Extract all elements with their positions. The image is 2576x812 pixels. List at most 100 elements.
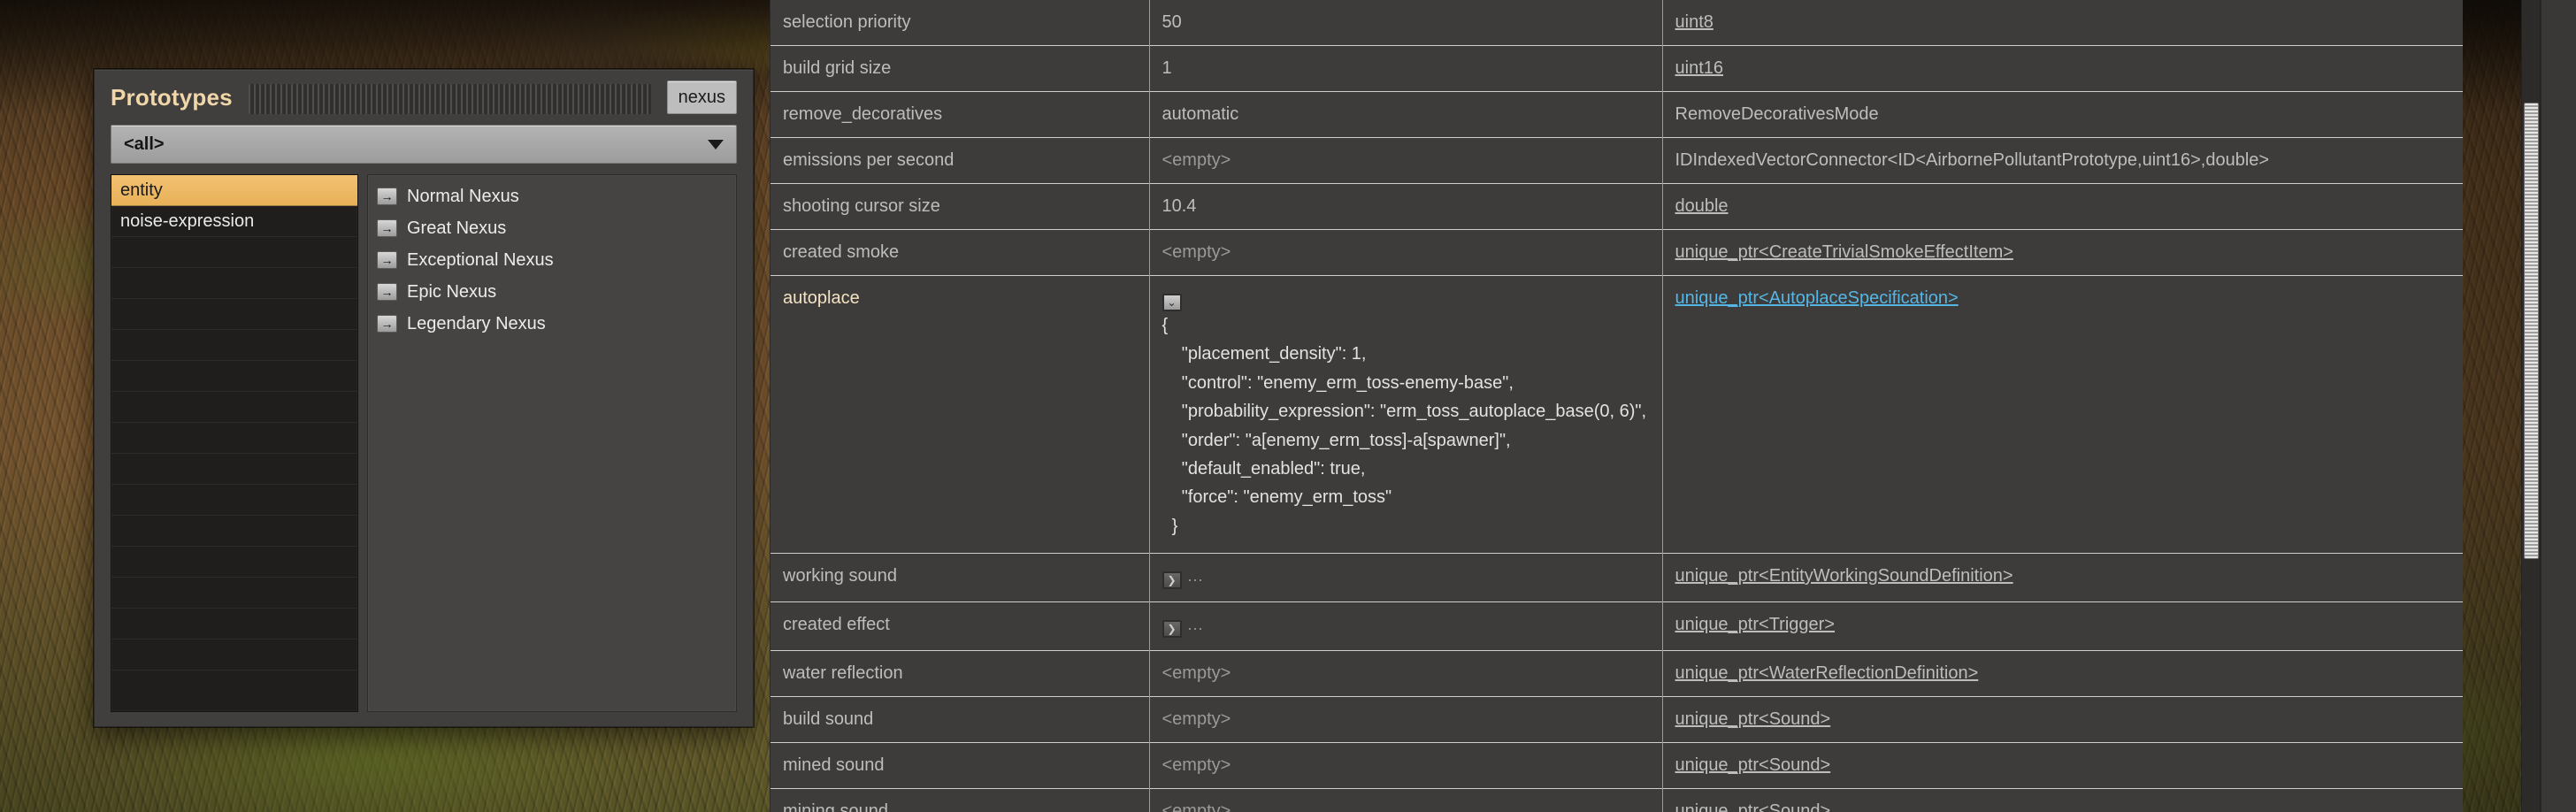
property-row[interactable]: emissions per second<empty>IDIndexedVect… (770, 138, 2463, 184)
property-type: unique_ptr<EntityWorkingSoundDefinition> (1662, 554, 2463, 602)
property-type: uint16 (1662, 46, 2463, 92)
property-name: build sound (770, 697, 1149, 743)
chevron-right-icon[interactable]: ❯ (1162, 620, 1182, 638)
property-name: remove_decoratives (770, 92, 1149, 138)
property-value: ❯... (1149, 602, 1662, 651)
property-row[interactable]: shooting cursor size 10.4 double (770, 184, 2463, 230)
entity-list-item-label: Great Nexus (407, 218, 506, 239)
entity-list-item-label: Legendary Nexus (407, 314, 546, 334)
property-name: created effect (770, 602, 1149, 651)
property-type-link[interactable]: unique_ptr<AutoplaceSpecification> (1675, 288, 1959, 308)
property-value-text: 10.4 (1162, 196, 1197, 216)
property-json-value: { "placement_density": 1, "control": "en… (1162, 311, 1647, 540)
prototypes-window: Prototypes nexus <all> entitynoise-expre… (94, 69, 754, 727)
property-row[interactable]: water reflection <empty> unique_ptr<WaterR… (770, 651, 2463, 697)
property-row[interactable]: working sound❯... unique_ptr<EntityWorkin… (770, 554, 2463, 602)
category-list-empty-row (111, 330, 357, 361)
property-value-text: 1 (1162, 58, 1172, 78)
chevron-down-icon (708, 140, 724, 149)
property-value-text: <empty> (1162, 150, 1231, 170)
category-list-empty-row (111, 640, 357, 670)
property-value: <empty> (1149, 138, 1662, 184)
property-type: double (1662, 184, 2463, 230)
property-type: unique_ptr<WaterReflectionDefinition> (1662, 651, 2463, 697)
property-type: uint8 (1662, 0, 2463, 46)
entity-list-item[interactable]: → Great Nexus (368, 212, 736, 244)
chevron-right-icon[interactable]: ❯ (1162, 571, 1182, 589)
window-titlebar[interactable]: Prototypes nexus (111, 70, 737, 125)
arrow-right-icon: → (377, 219, 397, 237)
entity-list-item[interactable]: → Normal Nexus (368, 180, 736, 212)
property-value-text: <empty> (1162, 755, 1231, 775)
property-type-link[interactable]: unique_ptr<CreateTrivialSmokeEffectItem> (1675, 242, 2013, 262)
entity-list[interactable]: → Normal Nexus → Great Nexus →Exceptional Ne… (367, 174, 737, 712)
property-name: autoplace (770, 276, 1149, 554)
category-list-empty-row (111, 516, 357, 547)
category-list-item[interactable]: noise-expression (111, 206, 357, 237)
window-drag-handle[interactable] (249, 84, 651, 114)
property-value: ❯... (1149, 554, 1662, 602)
category-list-empty-row (111, 268, 357, 299)
property-type-link[interactable]: unique_ptr<Sound> (1675, 709, 1831, 729)
arrow-right-icon: → (377, 283, 397, 301)
entity-list-item[interactable]: →Legendary Nexus (368, 308, 736, 340)
property-row[interactable]: build sound <empty> unique_ptr<Sound> (770, 697, 2463, 743)
property-type-text: RemoveDecorativesMode (1675, 104, 1879, 124)
property-type-link[interactable]: unique_ptr<WaterReflectionDefinition> (1675, 663, 1979, 683)
property-value-text: <empty> (1162, 242, 1231, 262)
property-row[interactable]: created smoke<empty>unique_ptr<CreateTri… (770, 230, 2463, 276)
property-row[interactable]: remove_decoratives automatic RemoveDecorat… (770, 92, 2463, 138)
category-list-item[interactable]: entity (111, 175, 357, 206)
property-type-link[interactable]: unique_ptr<Trigger> (1675, 615, 1836, 634)
property-type: unique_ptr<Sound> (1662, 697, 2463, 743)
entity-list-item-label: Normal Nexus (407, 187, 519, 207)
category-list-empty-row (111, 361, 357, 392)
property-type: RemoveDecorativesMode (1662, 92, 2463, 138)
category-list-empty-row (111, 423, 357, 454)
property-name: shooting cursor size (770, 184, 1149, 230)
arrow-right-icon: → (377, 188, 397, 205)
property-type-link[interactable]: uint8 (1675, 12, 1714, 32)
category-list-empty-row (111, 237, 357, 268)
property-panel: selection priority50uint8build grid size… (770, 0, 2463, 812)
property-value: <empty> (1149, 230, 1662, 276)
property-row[interactable]: autoplace⌄{ "placement_density": 1, "con… (770, 276, 2463, 554)
property-value: <empty> (1149, 743, 1662, 789)
property-name: mining sound (770, 789, 1149, 812)
property-type-link[interactable]: unique_ptr<EntityWorkingSoundDefinition> (1675, 566, 2013, 586)
property-name: working sound (770, 554, 1149, 602)
property-type: unique_ptr<Trigger> (1662, 602, 2463, 651)
entity-list-item[interactable]: →Epic Nexus (368, 276, 736, 308)
search-input[interactable]: nexus (667, 80, 737, 114)
property-row[interactable]: selection priority50uint8 (770, 0, 2463, 46)
property-value: 50 (1149, 0, 1662, 46)
property-type-link[interactable]: unique_ptr<Sound> (1675, 801, 1831, 812)
category-list-empty-row (111, 392, 357, 423)
category-filter-value: <all> (124, 134, 165, 155)
property-row[interactable]: build grid size1uint16 (770, 46, 2463, 92)
scrollbar-thumb[interactable] (2524, 103, 2539, 559)
entity-list-item[interactable]: →Exceptional Nexus (368, 244, 736, 276)
property-row[interactable]: mined sound <empty> unique_ptr<Sound> (770, 743, 2463, 789)
category-list-empty-row (111, 454, 357, 485)
property-row[interactable]: mining sound<empty>unique_ptr<Sound> (770, 789, 2463, 812)
lists-row: entitynoise-expression → Normal Nexus → Gre… (111, 174, 737, 712)
property-value-text: automatic (1162, 104, 1239, 124)
property-value: <empty> (1149, 651, 1662, 697)
property-type-link[interactable]: double (1675, 196, 1729, 216)
vertical-scrollbar[interactable] (2521, 0, 2541, 812)
category-list[interactable]: entitynoise-expression (111, 174, 358, 712)
property-row[interactable]: created effect❯... unique_ptr<Trigger> (770, 602, 2463, 651)
category-filter-select[interactable]: <all> (111, 125, 737, 164)
property-name: water reflection (770, 651, 1149, 697)
property-value-text: <empty> (1162, 663, 1231, 683)
chevron-down-icon[interactable]: ⌄ (1162, 294, 1182, 311)
property-type-link[interactable]: uint16 (1675, 58, 1724, 78)
property-type-link[interactable]: unique_ptr<Sound> (1675, 755, 1831, 775)
property-value-text: 50 (1162, 12, 1182, 32)
property-value: ⌄{ "placement_density": 1, "control": "e… (1149, 276, 1662, 554)
property-name: mined sound (770, 743, 1149, 789)
property-type: IDIndexedVectorConnector<ID<AirbornePoll… (1662, 138, 2463, 184)
property-value-text: <empty> (1162, 709, 1231, 729)
category-list-empty-row (111, 485, 357, 516)
